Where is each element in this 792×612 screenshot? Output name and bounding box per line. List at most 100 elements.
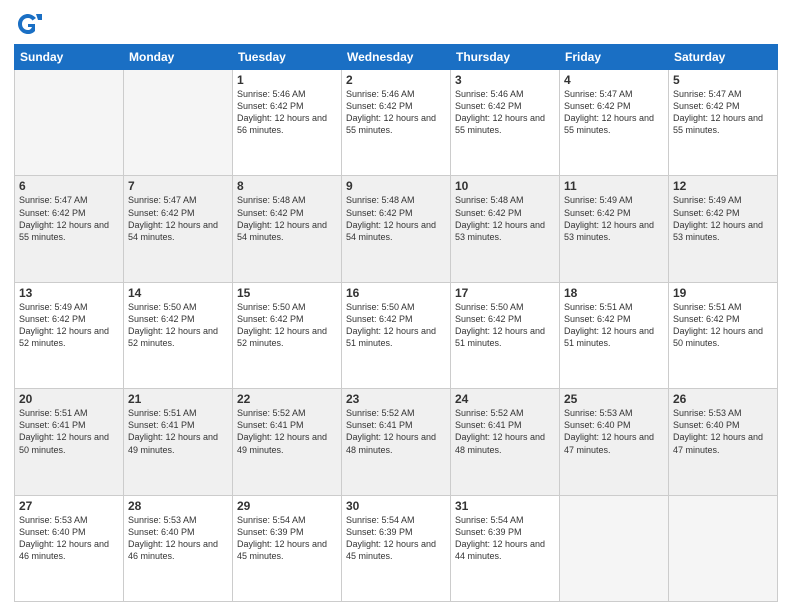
logo	[14, 10, 46, 38]
day-number: 20	[19, 392, 119, 406]
day-info: Sunrise: 5:47 AMSunset: 6:42 PMDaylight:…	[19, 194, 119, 243]
day-number: 1	[237, 73, 337, 87]
calendar-cell: 29Sunrise: 5:54 AMSunset: 6:39 PMDayligh…	[233, 495, 342, 601]
day-number: 14	[128, 286, 228, 300]
weekday-header-thursday: Thursday	[451, 45, 560, 70]
calendar-cell: 7Sunrise: 5:47 AMSunset: 6:42 PMDaylight…	[124, 176, 233, 282]
calendar-cell: 13Sunrise: 5:49 AMSunset: 6:42 PMDayligh…	[15, 282, 124, 388]
calendar-cell: 20Sunrise: 5:51 AMSunset: 6:41 PMDayligh…	[15, 389, 124, 495]
weekday-header-friday: Friday	[560, 45, 669, 70]
calendar-cell: 14Sunrise: 5:50 AMSunset: 6:42 PMDayligh…	[124, 282, 233, 388]
day-info: Sunrise: 5:53 AMSunset: 6:40 PMDaylight:…	[128, 514, 228, 563]
header	[14, 10, 778, 38]
day-info: Sunrise: 5:51 AMSunset: 6:42 PMDaylight:…	[673, 301, 773, 350]
calendar-cell: 25Sunrise: 5:53 AMSunset: 6:40 PMDayligh…	[560, 389, 669, 495]
day-number: 21	[128, 392, 228, 406]
day-number: 8	[237, 179, 337, 193]
day-number: 4	[564, 73, 664, 87]
calendar-cell	[15, 70, 124, 176]
page: SundayMondayTuesdayWednesdayThursdayFrid…	[0, 0, 792, 612]
calendar-cell: 2Sunrise: 5:46 AMSunset: 6:42 PMDaylight…	[342, 70, 451, 176]
day-number: 23	[346, 392, 446, 406]
day-info: Sunrise: 5:49 AMSunset: 6:42 PMDaylight:…	[564, 194, 664, 243]
day-info: Sunrise: 5:50 AMSunset: 6:42 PMDaylight:…	[128, 301, 228, 350]
calendar-cell: 30Sunrise: 5:54 AMSunset: 6:39 PMDayligh…	[342, 495, 451, 601]
day-number: 7	[128, 179, 228, 193]
day-info: Sunrise: 5:46 AMSunset: 6:42 PMDaylight:…	[346, 88, 446, 137]
day-number: 13	[19, 286, 119, 300]
day-number: 18	[564, 286, 664, 300]
calendar-cell	[124, 70, 233, 176]
calendar-cell	[669, 495, 778, 601]
day-info: Sunrise: 5:46 AMSunset: 6:42 PMDaylight:…	[237, 88, 337, 137]
weekday-header-monday: Monday	[124, 45, 233, 70]
day-number: 9	[346, 179, 446, 193]
calendar-cell: 21Sunrise: 5:51 AMSunset: 6:41 PMDayligh…	[124, 389, 233, 495]
day-info: Sunrise: 5:47 AMSunset: 6:42 PMDaylight:…	[128, 194, 228, 243]
day-number: 27	[19, 499, 119, 513]
day-number: 30	[346, 499, 446, 513]
calendar-cell: 24Sunrise: 5:52 AMSunset: 6:41 PMDayligh…	[451, 389, 560, 495]
day-number: 11	[564, 179, 664, 193]
day-number: 10	[455, 179, 555, 193]
day-info: Sunrise: 5:54 AMSunset: 6:39 PMDaylight:…	[346, 514, 446, 563]
day-number: 16	[346, 286, 446, 300]
day-info: Sunrise: 5:50 AMSunset: 6:42 PMDaylight:…	[455, 301, 555, 350]
logo-icon	[14, 10, 42, 38]
calendar-cell: 8Sunrise: 5:48 AMSunset: 6:42 PMDaylight…	[233, 176, 342, 282]
day-info: Sunrise: 5:52 AMSunset: 6:41 PMDaylight:…	[455, 407, 555, 456]
calendar-cell: 1Sunrise: 5:46 AMSunset: 6:42 PMDaylight…	[233, 70, 342, 176]
day-number: 25	[564, 392, 664, 406]
calendar: SundayMondayTuesdayWednesdayThursdayFrid…	[14, 44, 778, 602]
calendar-cell: 4Sunrise: 5:47 AMSunset: 6:42 PMDaylight…	[560, 70, 669, 176]
day-info: Sunrise: 5:47 AMSunset: 6:42 PMDaylight:…	[564, 88, 664, 137]
calendar-cell: 3Sunrise: 5:46 AMSunset: 6:42 PMDaylight…	[451, 70, 560, 176]
day-info: Sunrise: 5:54 AMSunset: 6:39 PMDaylight:…	[455, 514, 555, 563]
calendar-cell: 10Sunrise: 5:48 AMSunset: 6:42 PMDayligh…	[451, 176, 560, 282]
day-info: Sunrise: 5:51 AMSunset: 6:41 PMDaylight:…	[19, 407, 119, 456]
day-info: Sunrise: 5:46 AMSunset: 6:42 PMDaylight:…	[455, 88, 555, 137]
weekday-header-sunday: Sunday	[15, 45, 124, 70]
day-info: Sunrise: 5:53 AMSunset: 6:40 PMDaylight:…	[564, 407, 664, 456]
calendar-cell: 12Sunrise: 5:49 AMSunset: 6:42 PMDayligh…	[669, 176, 778, 282]
day-info: Sunrise: 5:50 AMSunset: 6:42 PMDaylight:…	[237, 301, 337, 350]
calendar-cell: 22Sunrise: 5:52 AMSunset: 6:41 PMDayligh…	[233, 389, 342, 495]
day-number: 6	[19, 179, 119, 193]
calendar-cell	[560, 495, 669, 601]
calendar-cell: 19Sunrise: 5:51 AMSunset: 6:42 PMDayligh…	[669, 282, 778, 388]
weekday-header-saturday: Saturday	[669, 45, 778, 70]
day-info: Sunrise: 5:51 AMSunset: 6:42 PMDaylight:…	[564, 301, 664, 350]
calendar-cell: 27Sunrise: 5:53 AMSunset: 6:40 PMDayligh…	[15, 495, 124, 601]
calendar-cell: 11Sunrise: 5:49 AMSunset: 6:42 PMDayligh…	[560, 176, 669, 282]
calendar-week-row: 13Sunrise: 5:49 AMSunset: 6:42 PMDayligh…	[15, 282, 778, 388]
day-number: 22	[237, 392, 337, 406]
day-info: Sunrise: 5:52 AMSunset: 6:41 PMDaylight:…	[346, 407, 446, 456]
day-number: 12	[673, 179, 773, 193]
calendar-cell: 15Sunrise: 5:50 AMSunset: 6:42 PMDayligh…	[233, 282, 342, 388]
calendar-week-row: 6Sunrise: 5:47 AMSunset: 6:42 PMDaylight…	[15, 176, 778, 282]
calendar-cell: 31Sunrise: 5:54 AMSunset: 6:39 PMDayligh…	[451, 495, 560, 601]
calendar-cell: 6Sunrise: 5:47 AMSunset: 6:42 PMDaylight…	[15, 176, 124, 282]
day-number: 15	[237, 286, 337, 300]
calendar-cell: 17Sunrise: 5:50 AMSunset: 6:42 PMDayligh…	[451, 282, 560, 388]
day-number: 17	[455, 286, 555, 300]
calendar-cell: 26Sunrise: 5:53 AMSunset: 6:40 PMDayligh…	[669, 389, 778, 495]
day-number: 29	[237, 499, 337, 513]
day-number: 24	[455, 392, 555, 406]
day-info: Sunrise: 5:50 AMSunset: 6:42 PMDaylight:…	[346, 301, 446, 350]
day-info: Sunrise: 5:54 AMSunset: 6:39 PMDaylight:…	[237, 514, 337, 563]
weekday-header-tuesday: Tuesday	[233, 45, 342, 70]
day-info: Sunrise: 5:48 AMSunset: 6:42 PMDaylight:…	[455, 194, 555, 243]
day-info: Sunrise: 5:47 AMSunset: 6:42 PMDaylight:…	[673, 88, 773, 137]
day-info: Sunrise: 5:53 AMSunset: 6:40 PMDaylight:…	[19, 514, 119, 563]
calendar-cell: 18Sunrise: 5:51 AMSunset: 6:42 PMDayligh…	[560, 282, 669, 388]
calendar-week-row: 27Sunrise: 5:53 AMSunset: 6:40 PMDayligh…	[15, 495, 778, 601]
calendar-cell: 9Sunrise: 5:48 AMSunset: 6:42 PMDaylight…	[342, 176, 451, 282]
day-number: 26	[673, 392, 773, 406]
day-info: Sunrise: 5:49 AMSunset: 6:42 PMDaylight:…	[19, 301, 119, 350]
day-info: Sunrise: 5:48 AMSunset: 6:42 PMDaylight:…	[346, 194, 446, 243]
calendar-cell: 5Sunrise: 5:47 AMSunset: 6:42 PMDaylight…	[669, 70, 778, 176]
weekday-header-wednesday: Wednesday	[342, 45, 451, 70]
day-number: 31	[455, 499, 555, 513]
calendar-week-row: 1Sunrise: 5:46 AMSunset: 6:42 PMDaylight…	[15, 70, 778, 176]
